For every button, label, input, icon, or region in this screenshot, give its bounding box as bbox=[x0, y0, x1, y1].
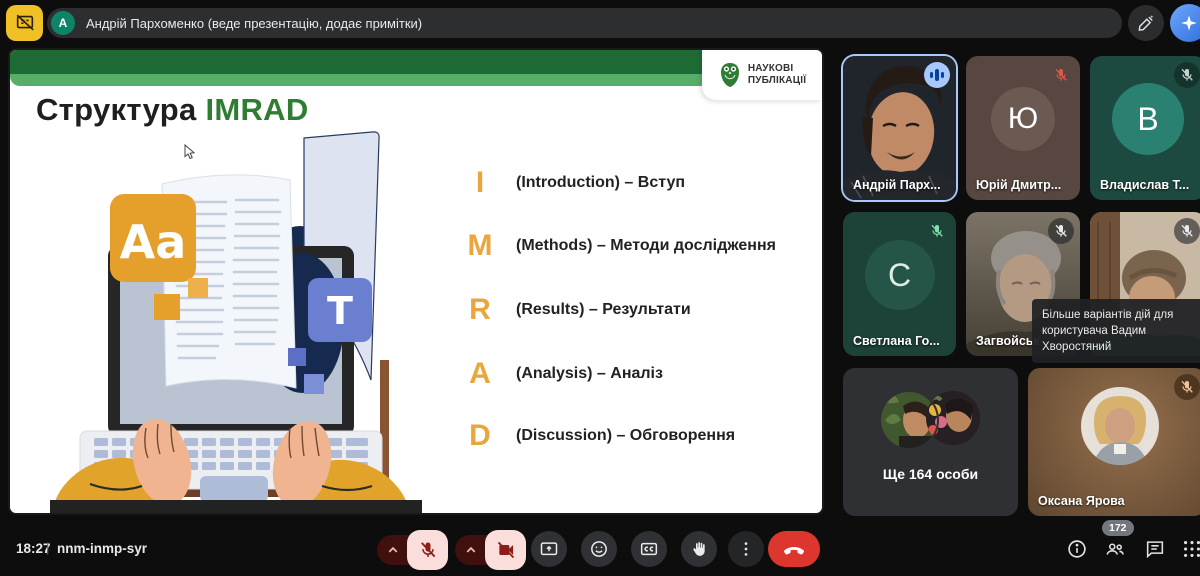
presenter-status-text: Андрій Пархоменко (веде презентацію, дод… bbox=[86, 16, 422, 31]
participant-tile[interactable]: Андрій Парх... bbox=[843, 56, 956, 200]
mic-off-icon bbox=[1174, 62, 1200, 88]
more-people-label: Ще 164 особи bbox=[843, 466, 1018, 482]
end-call-button[interactable] bbox=[768, 531, 820, 567]
avatar-photo bbox=[879, 390, 983, 450]
imrad-text: (Analysis) – Аналіз bbox=[516, 365, 663, 383]
participant-name: Андрій Парх... bbox=[853, 178, 941, 192]
slide-title: Структура IMRAD bbox=[36, 92, 309, 128]
chat-panel-button[interactable] bbox=[1144, 538, 1166, 560]
mouse-cursor bbox=[183, 144, 197, 160]
end-call-icon bbox=[782, 537, 806, 561]
participant-name: Оксана Ярова bbox=[1038, 494, 1125, 508]
participant-tile[interactable]: Ю Юрій Дмитр... bbox=[966, 56, 1080, 200]
mic-off-icon bbox=[1174, 218, 1200, 244]
meeting-code: nnm-inmp-syr bbox=[57, 541, 147, 556]
more-vertical-icon bbox=[736, 539, 756, 559]
svg-text:Aa: Aa bbox=[120, 215, 187, 269]
camera-toggle-button[interactable] bbox=[485, 530, 526, 570]
captions-button[interactable] bbox=[631, 531, 667, 567]
imrad-letter: D bbox=[458, 419, 502, 453]
present-screen-button[interactable] bbox=[531, 531, 567, 567]
imrad-item-introduction: I (Introduction) – Вступ bbox=[458, 163, 685, 203]
meeting-details-button[interactable] bbox=[1066, 538, 1088, 560]
pencil-sparkle-icon bbox=[1136, 13, 1156, 33]
gemini-star-icon bbox=[1178, 12, 1200, 34]
imrad-text: (Methods) – Методи дослідження bbox=[516, 237, 776, 255]
imrad-letter: A bbox=[458, 357, 502, 391]
mic-off-icon bbox=[1174, 374, 1200, 400]
participant-name: Владислав Т... bbox=[1100, 178, 1189, 192]
presenter-avatar: A bbox=[51, 11, 75, 35]
imrad-text: (Results) – Результати bbox=[516, 301, 691, 319]
present-screen-icon bbox=[539, 539, 559, 559]
svg-text:T: T bbox=[327, 289, 353, 333]
raise-hand-button[interactable] bbox=[681, 531, 717, 567]
slide-top-bar-dark bbox=[10, 50, 822, 74]
mic-off-icon bbox=[418, 540, 438, 560]
imrad-letter: I bbox=[458, 166, 502, 200]
people-panel-button[interactable] bbox=[1104, 538, 1126, 560]
participant-name: Юрій Дмитр... bbox=[976, 178, 1061, 192]
raise-hand-icon bbox=[689, 539, 709, 559]
imrad-item-results: R (Results) – Результати bbox=[458, 290, 691, 330]
mic-off-icon bbox=[1048, 62, 1074, 88]
annotate-button[interactable] bbox=[1128, 5, 1164, 41]
divider: | bbox=[46, 540, 49, 555]
camera-off-icon bbox=[496, 540, 516, 560]
presenter-status-pill: A Андрій Пархоменко (веде презентацію, д… bbox=[47, 8, 1122, 38]
presentation-off-icon bbox=[14, 12, 36, 34]
imrad-letter: R bbox=[458, 293, 502, 327]
imrad-item-discussion: D (Discussion) – Обговорення bbox=[458, 416, 735, 456]
imrad-text: (Introduction) – Вступ bbox=[516, 174, 685, 192]
mic-off-icon bbox=[1048, 218, 1074, 244]
participant-tile[interactable]: В Владислав Т... bbox=[1090, 56, 1200, 200]
mic-toggle-button[interactable] bbox=[407, 530, 448, 570]
laptop-writing-illustration: Aa T bbox=[50, 128, 422, 513]
mic-off-icon bbox=[924, 218, 950, 244]
activities-button[interactable] bbox=[1181, 538, 1200, 560]
imrad-item-analysis: A (Analysis) – Аналіз bbox=[458, 354, 663, 394]
participant-count-badge: 172 bbox=[1102, 520, 1134, 536]
imrad-letter: M bbox=[458, 229, 502, 263]
meet-window: A Андрій Пархоменко (веде презентацію, д… bbox=[0, 0, 1200, 576]
owl-logo-icon bbox=[718, 61, 742, 89]
captions-icon bbox=[639, 539, 659, 559]
chevron-up-icon bbox=[384, 541, 402, 559]
reactions-button[interactable] bbox=[581, 531, 617, 567]
participant-tile[interactable]: Оксана Ярова bbox=[1028, 368, 1200, 516]
imrad-item-methods: M (Methods) – Методи дослідження bbox=[458, 226, 776, 266]
participant-tile[interactable]: С Светлана Го... bbox=[843, 212, 956, 356]
chevron-up-icon bbox=[462, 541, 480, 559]
shared-presentation: НАУКОВІ ПУБЛІКАЦІЇ Структура IMRAD bbox=[10, 50, 822, 513]
more-participants-tile[interactable]: Ще 164 особи bbox=[843, 368, 1018, 516]
publisher-logo: НАУКОВІ ПУБЛІКАЦІЇ bbox=[702, 50, 822, 100]
participant-initial: Ю bbox=[991, 87, 1055, 151]
more-actions-tooltip: Більше варіантів дій для користувача Вад… bbox=[1032, 299, 1200, 363]
more-options-button[interactable] bbox=[728, 531, 764, 567]
participant-initial: С bbox=[865, 240, 935, 310]
participant-name: Светлана Го... bbox=[853, 334, 940, 348]
gemini-button[interactable] bbox=[1170, 4, 1200, 42]
publisher-logo-text: НАУКОВІ ПУБЛІКАЦІЇ bbox=[748, 63, 806, 88]
speaking-indicator-icon bbox=[924, 62, 950, 88]
stop-presenting-button[interactable] bbox=[6, 5, 43, 41]
participant-initial: В bbox=[1112, 83, 1184, 155]
avatar-photo bbox=[1080, 386, 1160, 466]
imrad-text: (Discussion) – Обговорення bbox=[516, 427, 735, 445]
slide-top-bar-light bbox=[10, 74, 822, 86]
participant-name: Загвойськ bbox=[976, 334, 1040, 348]
smiley-icon bbox=[589, 539, 609, 559]
